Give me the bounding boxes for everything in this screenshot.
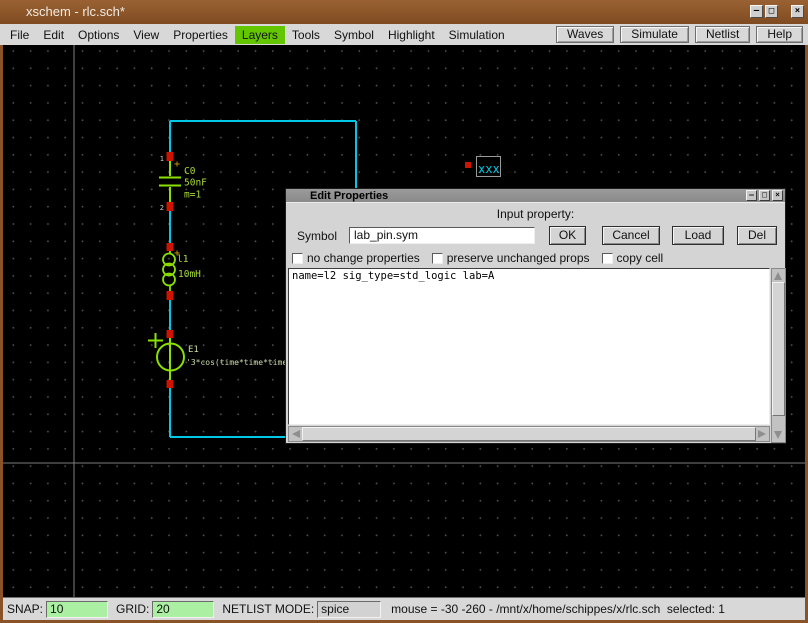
window-titlebar[interactable]: xschem - rlc.sch* – □ × [0, 0, 808, 24]
component-name: C0 [184, 166, 196, 177]
toolbar-buttons: Waves Simulate Netlist Help [556, 26, 803, 43]
ok-button[interactable]: OK [549, 226, 586, 245]
component-value: '3*cos(time*time*time' [186, 358, 292, 367]
pin-label-text: xxx [478, 162, 500, 176]
window-title: xschem - rlc.sch* [26, 4, 125, 19]
pin-square [167, 330, 174, 338]
dialog-maximize-icon[interactable]: □ [759, 190, 770, 201]
dialog-title: Edit Properties [310, 189, 388, 203]
checkbox-row: no change properties preserve unchanged … [286, 251, 785, 265]
window-close-icon[interactable]: × [791, 5, 804, 18]
grid-label: GRID: [116, 602, 149, 616]
pin-square [167, 380, 174, 388]
preserve-unchanged-props-checkbox[interactable] [432, 253, 443, 264]
menu-file[interactable]: File [3, 26, 36, 44]
cancel-button[interactable]: Cancel [602, 226, 660, 245]
load-button[interactable]: Load [672, 226, 724, 245]
simulate-button[interactable]: Simulate [620, 26, 689, 43]
waves-button[interactable]: Waves [556, 26, 614, 43]
pin-square [167, 202, 174, 211]
scroll-left-icon[interactable] [292, 430, 300, 438]
menu-options[interactable]: Options [71, 26, 126, 44]
menu-view[interactable]: View [126, 26, 166, 44]
pin-square [167, 291, 174, 300]
snap-label: SNAP: [7, 602, 43, 616]
dialog-close-icon[interactable]: × [772, 190, 783, 201]
menu-layers[interactable]: Layers [235, 26, 285, 44]
symbol-input[interactable]: lab_pin.sym [349, 227, 535, 244]
scroll-down-icon[interactable] [774, 431, 782, 439]
netlist-mode-label: NETLIST MODE: [222, 602, 314, 616]
snap-input[interactable]: 10 [46, 601, 108, 618]
grid-input[interactable]: 20 [152, 601, 214, 618]
no-change-properties-checkbox[interactable] [292, 253, 303, 264]
dialog-titlebar[interactable]: Edit Properties – □ × [286, 189, 785, 203]
help-button[interactable]: Help [756, 26, 803, 43]
window-maximize-icon[interactable]: □ [765, 5, 778, 18]
vertical-scrollbar[interactable] [771, 268, 786, 443]
symbol-row: Symbol lab_pin.sym OK Cancel Load Del [286, 226, 785, 245]
voltage-source-e1[interactable]: E1 '3*cos(time*time*time' [148, 330, 292, 388]
mouse-coordinates-text: mouse = -30 -260 - /mnt/x/home/schippes/… [391, 602, 725, 616]
menu-edit[interactable]: Edit [36, 26, 71, 44]
menu-simulation[interactable]: Simulation [442, 26, 512, 44]
component-name: E1 [188, 345, 199, 355]
property-textarea[interactable]: name=l2 sig_type=std_logic lab=A [288, 268, 770, 425]
menubar: File Edit Options View Properties Layers… [0, 24, 808, 45]
vertical-scrollbar-thumb[interactable] [772, 282, 785, 416]
component-value: 10mH [178, 269, 201, 280]
preserve-unchanged-props-label: preserve unchanged props [447, 251, 590, 265]
capacitor-c0[interactable]: 1 2 + C0 50nF m=1 [159, 152, 207, 212]
pin-square [167, 243, 174, 251]
lab-pin-selected[interactable]: xxx [465, 157, 501, 177]
input-property-label: Input property: [286, 207, 785, 221]
inductor-l1[interactable]: + l1 10mH [163, 243, 201, 300]
component-name: l1 [177, 254, 189, 265]
component-value: 50nF [184, 178, 207, 189]
copy-cell-checkbox[interactable] [602, 253, 613, 264]
symbol-label: Symbol [297, 229, 349, 243]
xschem-window: { "window": { "title": "xschem - rlc.sch… [0, 0, 808, 623]
menu-symbol[interactable]: Symbol [327, 26, 381, 44]
copy-cell-label: copy cell [617, 251, 664, 265]
no-change-properties-label: no change properties [307, 251, 420, 265]
pin-number: 1 [160, 155, 164, 163]
edit-properties-dialog: Edit Properties – □ × Input property: Sy… [285, 188, 786, 444]
menu-highlight[interactable]: Highlight [381, 26, 442, 44]
netlist-mode-input[interactable]: spice [317, 601, 381, 618]
horizontal-scrollbar[interactable] [288, 426, 770, 442]
component-param: m=1 [184, 190, 201, 201]
scroll-right-icon[interactable] [758, 430, 766, 438]
horizontal-scrollbar-thumb[interactable] [302, 427, 756, 441]
netlist-button[interactable]: Netlist [695, 26, 750, 43]
dialog-minimize-icon[interactable]: – [746, 190, 757, 201]
statusbar: SNAP: 10 GRID: 20 NETLIST MODE: spice mo… [3, 597, 805, 620]
window-minimize-icon[interactable]: – [750, 5, 763, 18]
polarity-plus: + [174, 159, 180, 170]
pin-number: 2 [160, 204, 164, 212]
pin-square [465, 162, 471, 168]
menu-properties[interactable]: Properties [166, 26, 235, 44]
del-button[interactable]: Del [737, 226, 777, 245]
scroll-up-icon[interactable] [774, 272, 782, 280]
pin-square [167, 152, 174, 161]
menu-tools[interactable]: Tools [285, 26, 327, 44]
